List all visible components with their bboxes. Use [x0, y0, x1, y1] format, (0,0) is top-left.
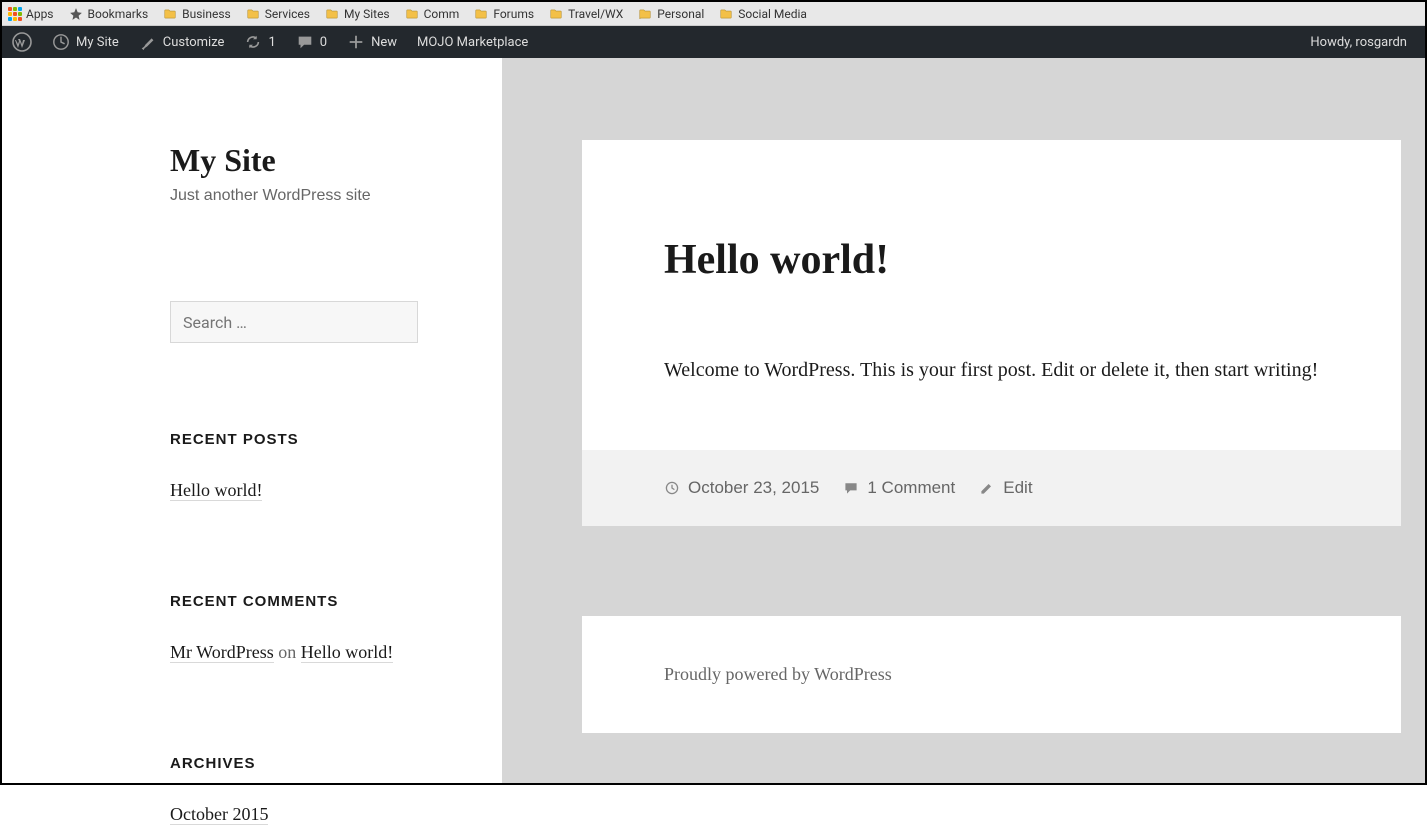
- post-title[interactable]: Hello world!: [664, 236, 1319, 284]
- brush-icon: [139, 33, 157, 51]
- bookmark-label: Social Media: [738, 7, 807, 21]
- bookmark-label: Personal: [657, 7, 704, 21]
- bookmark-item-bookmarks[interactable]: Bookmarks: [68, 7, 149, 21]
- post-content: Hello world! Welcome to WordPress. This …: [582, 140, 1401, 450]
- post-edit[interactable]: Edit: [979, 478, 1032, 498]
- folder-icon: [245, 7, 261, 21]
- browser-bookmarks-bar: Apps Bookmarks Business Services My Site…: [2, 2, 1425, 26]
- bookmark-item-personal[interactable]: Personal: [637, 7, 704, 21]
- recent-comment-post[interactable]: Hello world!: [301, 642, 393, 663]
- bookmark-label: Business: [182, 7, 231, 21]
- archive-link[interactable]: October 2015: [170, 804, 268, 825]
- pencil-icon: [979, 480, 995, 496]
- footer-link[interactable]: Proudly powered by WordPress: [664, 664, 892, 684]
- adminbar-customize-label: Customize: [163, 35, 225, 50]
- wp-admin-bar-left: My Site Customize 1 0 New MOJO Marketpla…: [2, 26, 538, 58]
- comment-icon: [296, 33, 314, 51]
- sidebar: My Site Just another WordPress site RECE…: [2, 58, 502, 783]
- folder-icon: [548, 7, 564, 21]
- adminbar-mysite[interactable]: My Site: [42, 26, 129, 58]
- content-area: Hello world! Welcome to WordPress. This …: [502, 58, 1425, 783]
- adminbar-howdy[interactable]: Howdy, rosgardn: [1300, 26, 1417, 58]
- recent-comments-title: RECENT COMMENTS: [170, 593, 424, 610]
- search-input[interactable]: [170, 301, 418, 343]
- bookmark-label: Travel/WX: [568, 7, 623, 21]
- adminbar-updates[interactable]: 1: [234, 26, 285, 58]
- adminbar-mysite-label: My Site: [76, 35, 119, 50]
- adminbar-comments[interactable]: 0: [286, 26, 337, 58]
- bookmarks-apps[interactable]: Apps: [8, 7, 54, 21]
- post-date-label: October 23, 2015: [688, 478, 819, 498]
- folder-icon: [324, 7, 340, 21]
- adminbar-customize[interactable]: Customize: [129, 26, 235, 58]
- site-footer: Proudly powered by WordPress: [582, 616, 1401, 733]
- bookmark-label: Services: [265, 7, 310, 21]
- post-meta: October 23, 2015 1 Comment Edit: [582, 450, 1401, 526]
- bookmark-item-services[interactable]: Services: [245, 7, 310, 21]
- recent-post-link[interactable]: Hello world!: [170, 480, 262, 501]
- archives-widget: ARCHIVES October 2015: [170, 755, 424, 828]
- search-widget: [170, 301, 424, 343]
- wordpress-icon: [12, 32, 32, 52]
- folder-icon: [718, 7, 734, 21]
- bookmark-item-travel[interactable]: Travel/WX: [548, 7, 623, 21]
- recent-posts-widget: RECENT POSTS Hello world!: [170, 431, 424, 505]
- recent-comment-author[interactable]: Mr WordPress: [170, 642, 274, 663]
- plus-icon: [347, 33, 365, 51]
- adminbar-new[interactable]: New: [337, 26, 407, 58]
- adminbar-howdy-label: Howdy, rosgardn: [1310, 35, 1407, 50]
- recent-comment-on: on: [274, 642, 301, 662]
- adminbar-comments-count: 0: [320, 35, 327, 50]
- star-icon: [68, 7, 84, 21]
- post-date[interactable]: October 23, 2015: [664, 478, 819, 498]
- wp-logo[interactable]: [2, 26, 42, 58]
- folder-icon: [404, 7, 420, 21]
- wp-admin-bar: My Site Customize 1 0 New MOJO Marketpla…: [2, 26, 1425, 58]
- adminbar-new-label: New: [371, 35, 397, 50]
- update-icon: [244, 33, 262, 51]
- bookmark-label: Comm: [424, 7, 460, 21]
- folder-icon: [637, 7, 653, 21]
- post-body: Welcome to WordPress. This is your first…: [664, 354, 1319, 386]
- bookmarks-apps-label: Apps: [26, 7, 54, 21]
- dashboard-icon: [52, 33, 70, 51]
- post-comments[interactable]: 1 Comment: [843, 478, 955, 498]
- post: Hello world! Welcome to WordPress. This …: [582, 140, 1401, 526]
- apps-grid-icon: [8, 7, 22, 21]
- recent-comments-widget: RECENT COMMENTS Mr WordPress on Hello wo…: [170, 593, 424, 667]
- bookmark-label: Forums: [493, 7, 534, 21]
- bookmark-item-socialmedia[interactable]: Social Media: [718, 7, 807, 21]
- bookmark-label: Bookmarks: [88, 7, 149, 21]
- bookmark-item-forums[interactable]: Forums: [473, 7, 534, 21]
- comment-icon: [843, 480, 859, 496]
- bookmark-label: My Sites: [344, 7, 390, 21]
- site: My Site Just another WordPress site RECE…: [2, 58, 1425, 783]
- folder-icon: [162, 7, 178, 21]
- clock-icon: [664, 480, 680, 496]
- bookmark-item-business[interactable]: Business: [162, 7, 231, 21]
- site-tagline: Just another WordPress site: [170, 187, 424, 205]
- adminbar-mojo-label: MOJO Marketplace: [417, 35, 528, 50]
- adminbar-updates-count: 1: [268, 35, 275, 50]
- post-comments-label: 1 Comment: [867, 478, 955, 498]
- folder-icon: [473, 7, 489, 21]
- bookmark-item-comm[interactable]: Comm: [404, 7, 460, 21]
- recent-posts-title: RECENT POSTS: [170, 431, 424, 448]
- archives-title: ARCHIVES: [170, 755, 424, 772]
- site-title[interactable]: My Site: [170, 142, 424, 179]
- adminbar-mojo[interactable]: MOJO Marketplace: [407, 26, 538, 58]
- bookmark-item-mysites[interactable]: My Sites: [324, 7, 390, 21]
- post-edit-label: Edit: [1003, 478, 1032, 498]
